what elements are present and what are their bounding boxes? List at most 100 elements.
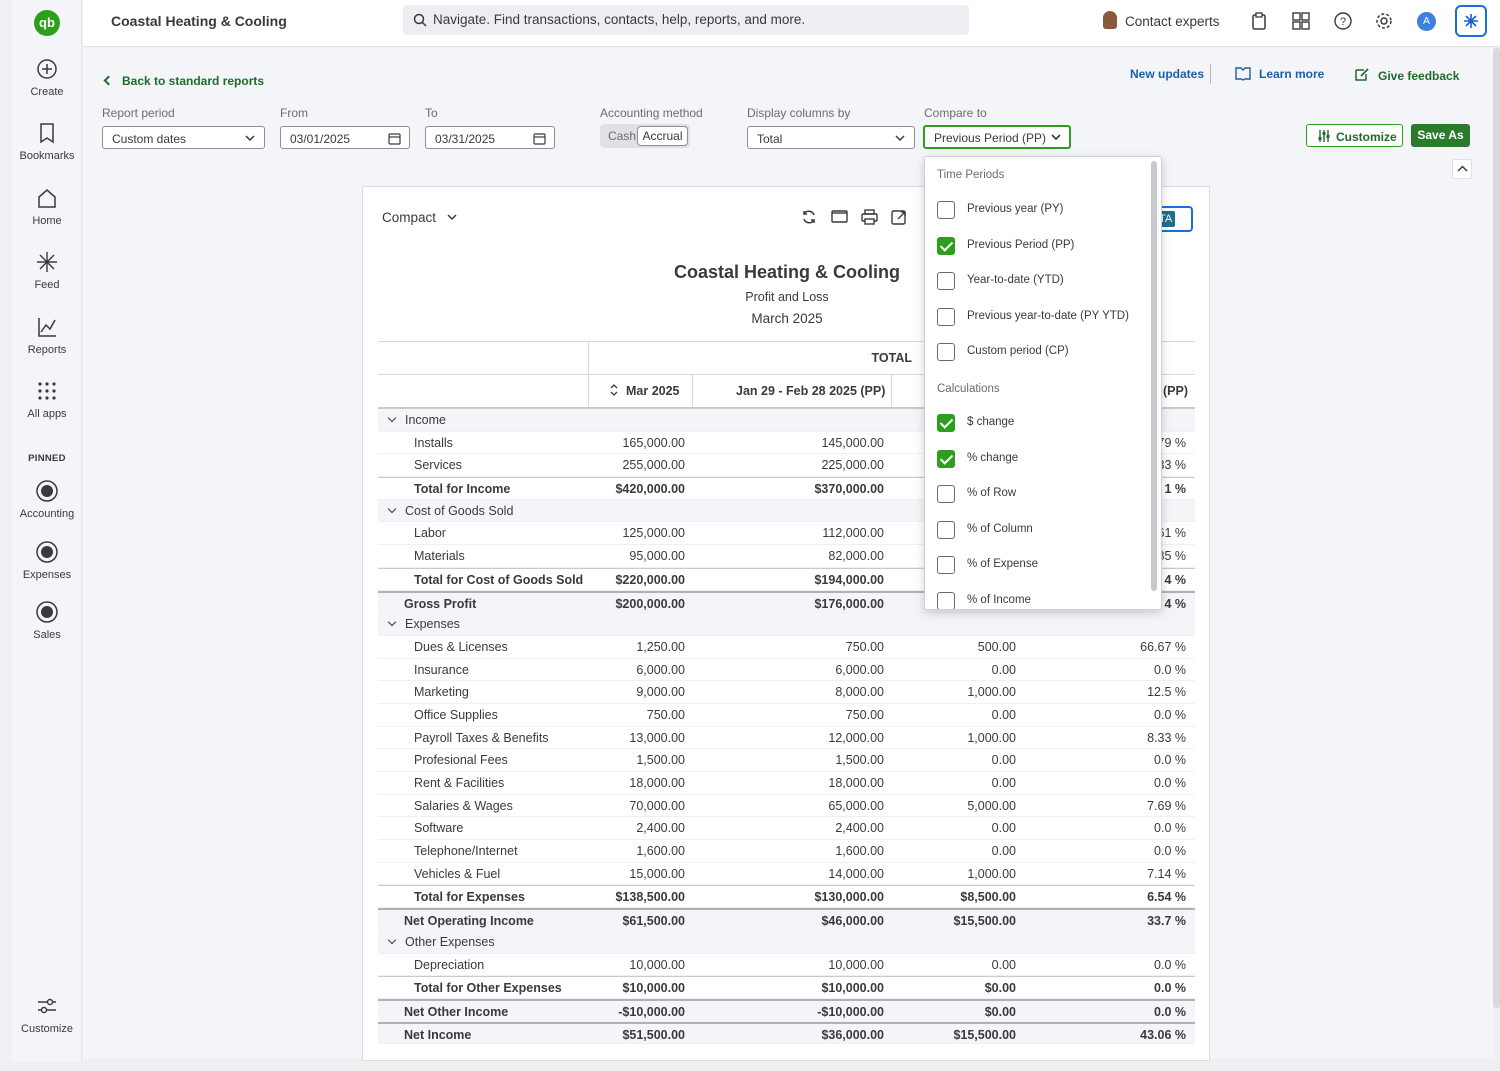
chevron-down-icon[interactable]	[387, 413, 397, 423]
sidebar-item-sales[interactable]: Sales	[12, 601, 82, 641]
display-columns-select[interactable]: Total	[747, 126, 915, 149]
checkbox[interactable]	[937, 343, 955, 361]
row-label: Insurance	[414, 662, 469, 677]
checkbox[interactable]	[937, 272, 955, 290]
cell-value: $220,000.00	[615, 572, 685, 587]
search-placeholder: Navigate. Find transactions, contacts, h…	[433, 12, 806, 27]
chevron-down-icon[interactable]	[387, 504, 397, 513]
cell-value: 5,000.00	[967, 798, 1016, 813]
table-row: Payroll Taxes & Benefits 13,000.00 12,000.…	[378, 727, 1195, 750]
checkbox[interactable]	[937, 485, 955, 503]
back-to-reports-link[interactable]: Back to standard reports	[103, 74, 264, 88]
sidebar-item-expenses[interactable]: Expenses	[12, 541, 82, 581]
chevron-down-icon	[245, 135, 255, 142]
feedback-icon	[1355, 68, 1369, 81]
dropdown-scrollbar[interactable]	[1151, 161, 1157, 591]
view-mode-select[interactable]: Compact	[382, 210, 458, 225]
sidebar-item-home[interactable]: Home	[12, 187, 82, 227]
book-icon	[1235, 67, 1251, 81]
collapse-button[interactable]	[1452, 159, 1472, 179]
search-input[interactable]: Navigate. Find transactions, contacts, h…	[403, 5, 969, 35]
cell-value: 6,000.00	[835, 662, 884, 677]
cell-value: 1,500.00	[636, 753, 685, 768]
save-as-button[interactable]: Save As	[1411, 124, 1470, 147]
chevron-down-icon[interactable]	[387, 617, 397, 627]
from-label: From	[280, 106, 308, 120]
page-scrollbar[interactable]	[1493, 48, 1500, 1008]
checkbox-checked[interactable]	[937, 449, 955, 468]
checkbox[interactable]	[937, 556, 955, 574]
to-date-input[interactable]: 03/31/2025	[425, 126, 555, 149]
cell-value: $420,000.00	[615, 482, 685, 497]
checkbox-checked[interactable]	[937, 414, 955, 432]
group-header-row[interactable]: Expenses	[378, 613, 1195, 636]
accrual-option[interactable]: Accrual	[637, 126, 688, 146]
cash-option[interactable]: Cash	[608, 129, 636, 143]
cell-value: -$10,000.00	[817, 1004, 884, 1019]
cell-value: 66.67 %	[1140, 639, 1186, 654]
help-icon[interactable]: ?	[1334, 12, 1352, 30]
compare-to-select[interactable]: Previous Period (PP)	[923, 125, 1071, 149]
checkbox[interactable]	[937, 591, 955, 609]
sidebar-item-bookmarks[interactable]: Bookmarks	[12, 122, 82, 162]
calculations-heading: Calculations	[937, 383, 1000, 395]
sidebar-item-reports[interactable]: Reports	[12, 316, 82, 356]
cell-value: 125,000.00	[622, 526, 685, 541]
checkbox-checked[interactable]	[937, 236, 955, 255]
contact-experts-label: Contact experts	[1125, 14, 1220, 29]
user-avatar[interactable]: A	[1417, 12, 1436, 31]
ai-assistant-button[interactable]	[1455, 5, 1487, 37]
option-label: Previous year (PY)	[967, 203, 1064, 215]
cell-value: $194,000.00	[814, 572, 884, 587]
customize-button[interactable]: Customize	[1306, 124, 1403, 147]
cell-value: 0.00	[991, 957, 1016, 972]
cell-value: $200,000.00	[615, 596, 685, 611]
learn-more-link[interactable]: Learn more	[1235, 67, 1324, 81]
chevron-down-icon[interactable]	[387, 935, 397, 945]
row-label: Rent & Facilities	[414, 776, 505, 790]
cell-value: 0.0 %	[1154, 776, 1186, 790]
refresh-icon[interactable]	[801, 209, 817, 225]
column-header-pct-change[interactable]: (PP)	[1163, 384, 1188, 398]
sort-mar-2025-column[interactable]: Mar 2025	[610, 384, 680, 398]
pinned-label: PINNED	[28, 453, 66, 464]
contact-experts-button[interactable]: Contact experts	[1103, 11, 1220, 29]
sidebar-item-all-apps[interactable]: All apps	[12, 380, 82, 420]
from-date-input[interactable]: 03/01/2025	[280, 126, 410, 149]
sliders-icon	[38, 998, 56, 1014]
row-label: Marketing	[414, 685, 469, 700]
give-feedback-link[interactable]: Give feedback	[1354, 67, 1459, 83]
cell-value: 0.0 %	[1154, 957, 1186, 972]
checkbox[interactable]	[937, 201, 955, 219]
group-header-row[interactable]: Other Expenses	[378, 930, 1195, 954]
checkbox[interactable]	[937, 520, 955, 539]
report-period-select[interactable]: Custom dates	[102, 126, 265, 149]
checkbox[interactable]	[937, 307, 955, 326]
column-header-pp[interactable]: Jan 29 - Feb 28 2025 (PP)	[736, 384, 885, 398]
sidebar-item-create[interactable]: Create	[12, 58, 82, 98]
email-icon[interactable]	[831, 209, 848, 224]
sidebar-item-label: Expenses	[22, 569, 72, 581]
gear-icon[interactable]	[1375, 12, 1393, 30]
report-period-label: Report period	[102, 106, 175, 120]
cell-value: 2,400.00	[636, 821, 685, 836]
print-icon[interactable]	[861, 209, 878, 225]
column-divider	[692, 375, 693, 407]
cell-value: 8.33 %	[1147, 730, 1186, 745]
left-sidebar: qb Create Bookmarks Home Feed Reports Al…	[12, 0, 82, 1062]
export-icon[interactable]	[891, 209, 907, 225]
table-row: Rent & Facilities 18,000.00 18,000.00 0.00 0…	[378, 772, 1195, 795]
quickbooks-logo[interactable]: qb	[34, 10, 60, 36]
new-updates-link[interactable]: New updates	[1130, 67, 1204, 81]
clipboard-icon[interactable]	[1251, 12, 1267, 30]
sliders-icon	[1318, 130, 1330, 142]
table-row: Marketing 9,000.00 8,000.00 1,000.00 12.5 %	[378, 681, 1195, 704]
sidebar-item-customize[interactable]: Customize	[12, 995, 82, 1035]
company-name[interactable]: Coastal Heating & Cooling	[111, 13, 287, 29]
apps-switcher-icon[interactable]	[1292, 12, 1310, 30]
expenses-icon	[36, 541, 58, 563]
sidebar-item-feed[interactable]: Feed	[12, 251, 82, 291]
sidebar-item-accounting[interactable]: Accounting	[12, 480, 82, 520]
cell-value: 0.00	[991, 844, 1016, 859]
cell-value: 10,000.00	[828, 957, 884, 972]
